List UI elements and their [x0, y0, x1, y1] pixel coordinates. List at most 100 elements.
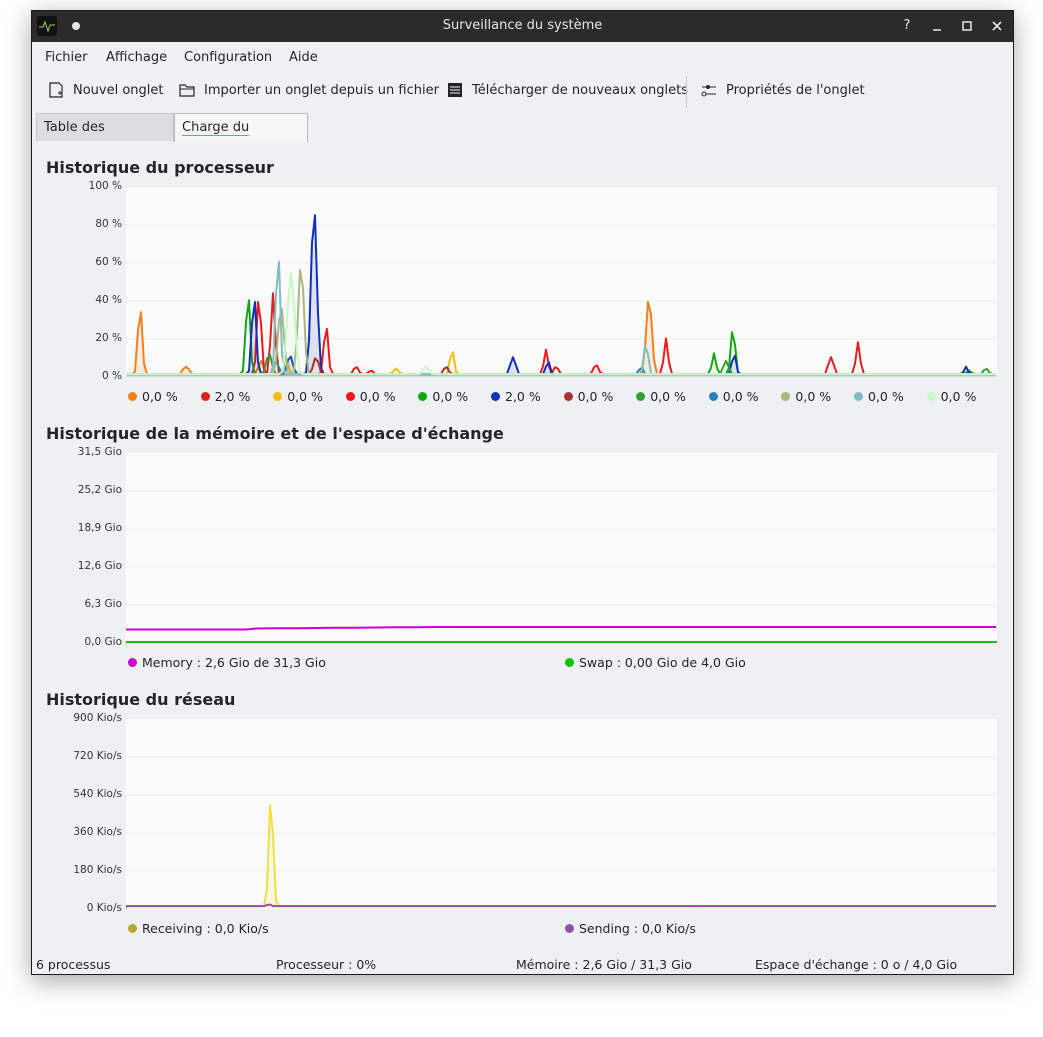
- new-tab-label: Nouvel onglet: [73, 82, 164, 98]
- legend-value: 0,0 %: [722, 389, 759, 404]
- y-tick-label: 0 Kio/s: [86, 902, 122, 914]
- toolbar: Nouvel onglet Importer un onglet depuis …: [32, 74, 1013, 110]
- system-load-page: Historique du processeur 100 % 80 % 60 % 40…: [32, 142, 1013, 954]
- legend-label: Sending : 0,0 Kio/s: [579, 921, 696, 936]
- cpu-history-chart: [125, 214, 997, 377]
- y-tick-label: 900 Kio/s: [73, 712, 122, 724]
- legend-color-dot: [565, 658, 574, 667]
- legend-color-dot: [418, 392, 428, 401]
- legend-color-dot: [273, 392, 283, 401]
- legend-color-dot: [565, 924, 574, 933]
- legend-color-dot: [128, 658, 137, 667]
- minimize-button[interactable]: [927, 16, 947, 36]
- folder-icon: [179, 84, 195, 97]
- tab-properties-label: Propriétés de l'onglet: [726, 82, 865, 98]
- title-bar: Surveillance du système ?: [32, 11, 1013, 42]
- menu-file[interactable]: Fichier: [45, 50, 88, 65]
- legend-value: 0,0 %: [432, 389, 469, 404]
- import-tab-label: Importer un onglet depuis un fichier: [204, 82, 439, 98]
- y-tick-label: 0 %: [102, 370, 122, 382]
- memory-history-chart: [126, 490, 997, 643]
- legend-label: Receiving : 0,0 Kio/s: [142, 921, 269, 936]
- cpu-legend-item: 0,0 %: [708, 389, 759, 404]
- help-button[interactable]: ?: [897, 16, 917, 36]
- toolbar-separator: [686, 76, 687, 108]
- memory-history-plot: [126, 453, 997, 643]
- y-tick-label: 720 Kio/s: [73, 750, 122, 762]
- cpu-legend-item: 0,0 %: [854, 389, 904, 404]
- legend-color-dot: [636, 392, 646, 401]
- legend-value: 0,0 %: [940, 389, 977, 404]
- menu-view[interactable]: Affichage: [106, 50, 167, 65]
- y-tick-label: 100 %: [88, 180, 122, 192]
- network-history-plot: [125, 719, 997, 909]
- cpu-legend-item: 0,0 %: [926, 389, 977, 404]
- status-memory: Mémoire : 2,6 Gio / 31,3 Gio: [516, 957, 692, 972]
- download-icon: [448, 83, 462, 97]
- status-cpu: Processeur : 0%: [276, 957, 377, 972]
- y-tick-label: 80 %: [95, 218, 122, 230]
- status-swap: Espace d'échange : 0 o / 4,0 Gio: [755, 957, 958, 972]
- cpu-legend-item: 2,0 %: [491, 389, 541, 404]
- status-bar: 6 processus Processeur : 0% Mémoire : 2,…: [32, 954, 1013, 974]
- legend-color-dot: [563, 392, 573, 401]
- legend-value: 2,0 %: [214, 389, 251, 404]
- legend-label: Memory : 2,6 Gio de 31,3 Gio: [142, 655, 326, 670]
- cpu-history-title: Historique du processeur: [46, 158, 274, 177]
- legend-color-dot: [128, 924, 137, 933]
- legend-value: 0,0 %: [577, 389, 614, 404]
- system-monitor-window: Surveillance du système ? Fichier Affich…: [31, 10, 1014, 975]
- memory-history-title: Historique de la mémoire et de l'espace …: [46, 424, 504, 443]
- close-button[interactable]: [987, 16, 1007, 36]
- y-tick-label: 60 %: [95, 256, 122, 268]
- legend-value: 0,0 %: [287, 389, 323, 404]
- cpu-legend-item: 0,0 %: [781, 389, 831, 404]
- legend-color-dot: [200, 392, 210, 401]
- series-line: [125, 214, 996, 376]
- y-tick-label: 12,6 Gio: [77, 560, 122, 572]
- tab-system-load[interactable]: Charge du système: [174, 113, 308, 164]
- new-tab-button[interactable]: Nouvel onglet: [47, 81, 164, 99]
- download-tabs-label: Télécharger de nouveaux onglets: [472, 82, 688, 98]
- cpu-legend-item: 0,0 %: [563, 389, 614, 404]
- y-tick-label: 360 Kio/s: [73, 826, 122, 838]
- y-tick-label: 0,0 Gio: [84, 636, 122, 648]
- download-tabs-button[interactable]: Télécharger de nouveaux onglets: [446, 81, 688, 99]
- cpu-legend-item: 0,0 %: [128, 389, 178, 404]
- y-tick-label: 540 Kio/s: [73, 788, 122, 800]
- tab-properties-button[interactable]: Propriétés de l'onglet: [700, 81, 865, 99]
- legend-color-dot: [345, 392, 355, 401]
- memory-line: [126, 626, 996, 631]
- cpu-legend-item: 2,0 %: [200, 389, 251, 404]
- legend-color-dot: [781, 392, 791, 401]
- window-title: Surveillance du système: [442, 18, 603, 33]
- cpu-legend-item: 0,0 %: [273, 389, 323, 404]
- y-tick-label: 6,3 Gio: [84, 598, 122, 610]
- maximize-button[interactable]: [957, 16, 977, 36]
- cpu-history-plot: [125, 187, 997, 377]
- y-tick-label: 31,5 Gio: [77, 446, 122, 458]
- memory-legend-item: Memory : 2,6 Gio de 31,3 Gio: [128, 655, 326, 670]
- series-area: [126, 805, 997, 909]
- legend-label: Swap : 0,00 Gio de 4,0 Gio: [579, 655, 746, 670]
- network-history-chart: [125, 756, 997, 909]
- import-tab-button[interactable]: Importer un onglet depuis un fichier: [178, 81, 439, 99]
- menu-bar: Fichier Affichage Configuration Aide: [32, 42, 1013, 72]
- tab-bar: Table des processus Charge du système: [32, 111, 1013, 164]
- legend-color-dot: [128, 392, 137, 401]
- memory-legend-item: Swap : 0,00 Gio de 4,0 Gio: [565, 655, 746, 670]
- network-legend-item: Sending : 0,0 Kio/s: [565, 921, 696, 936]
- legend-color-dot: [708, 392, 718, 401]
- legend-value: 0,0 %: [359, 389, 396, 404]
- status-processes: 6 processus: [36, 957, 111, 972]
- cpu-legend-item: 0,0 %: [636, 389, 686, 404]
- legend-value: 0,0 %: [650, 389, 686, 404]
- menu-help[interactable]: Aide: [289, 50, 318, 65]
- legend-color-dot: [926, 392, 936, 401]
- menu-settings[interactable]: Configuration: [184, 50, 272, 65]
- legend-value: 0,0 %: [142, 389, 178, 404]
- tab-process-table[interactable]: Table des processus: [36, 113, 174, 163]
- y-tick-label: 18,9 Gio: [77, 522, 122, 534]
- legend-value: 0,0 %: [868, 389, 904, 404]
- y-tick-label: 25,2 Gio: [77, 484, 122, 496]
